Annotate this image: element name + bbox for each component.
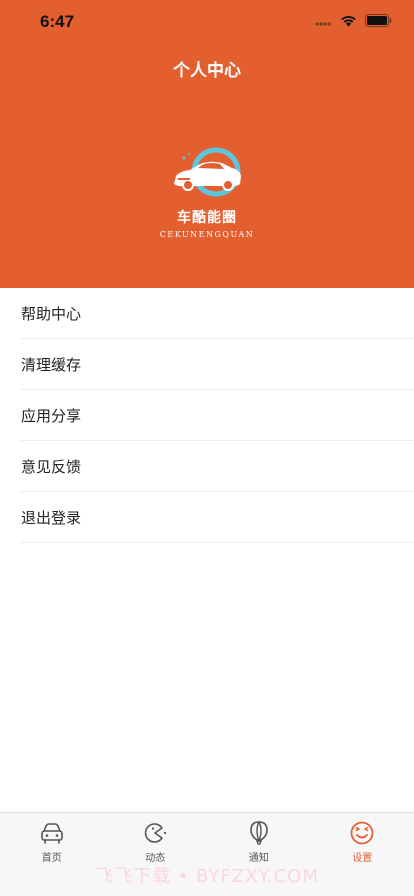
menu-item-label: 清理缓存 [21, 355, 82, 374]
menu-item-clear-cache[interactable]: 清理缓存 [21, 339, 414, 390]
settings-menu-list: 帮助中心 清理缓存 应用分享 意见反馈 退出登录 [0, 288, 414, 543]
status-bar: 6:47 [0, 0, 414, 44]
menu-item-label: 帮助中心 [21, 304, 82, 323]
tab-label: 设置 [352, 853, 373, 864]
tab-label: 通知 [248, 853, 269, 864]
battery-icon [365, 14, 392, 27]
tab-settings[interactable]: 设置 [311, 813, 414, 896]
screen: 6:47 个人中心 车酷能圈 CEKUNENGQUAN 帮助中心 清理缓存 应用… [0, 0, 414, 896]
menu-item-help-center[interactable]: 帮助中心 [21, 288, 414, 339]
status-time: 6:47 [40, 12, 75, 31]
tab-notifications[interactable]: 通知 [207, 813, 311, 896]
page-title: 个人中心 [173, 61, 241, 81]
menu-item-feedback[interactable]: 意见反馈 [21, 441, 414, 492]
status-icons [314, 14, 392, 27]
wifi-icon [341, 15, 356, 26]
pacman-icon [145, 823, 167, 843]
menu-item-label: 应用分享 [21, 406, 82, 425]
brand-name: 车酷能圈 [177, 210, 237, 226]
menu-item-label: 退出登录 [21, 508, 82, 527]
car-icon [40, 823, 63, 844]
profile-header: 6:47 个人中心 车酷能圈 CEKUNENGQUAN [0, 0, 414, 288]
cellular-signal-icon [315, 21, 331, 26]
tab-home[interactable]: 首页 [0, 813, 104, 896]
tab-activity[interactable]: 动态 [104, 813, 208, 896]
brand-subtitle: CEKUNENGQUAN [159, 230, 255, 239]
car-logo-icon [174, 147, 241, 197]
tab-label: 动态 [145, 853, 166, 864]
tab-bar: 首页 动态 通知 设置 [0, 812, 414, 896]
menu-item-label: 意见反馈 [21, 457, 82, 476]
tab-label: 首页 [41, 853, 62, 864]
menu-item-share-app[interactable]: 应用分享 [21, 390, 414, 441]
smiley-icon [350, 821, 374, 845]
menu-item-logout[interactable]: 退出登录 [21, 492, 414, 543]
balloon-icon [249, 821, 268, 845]
